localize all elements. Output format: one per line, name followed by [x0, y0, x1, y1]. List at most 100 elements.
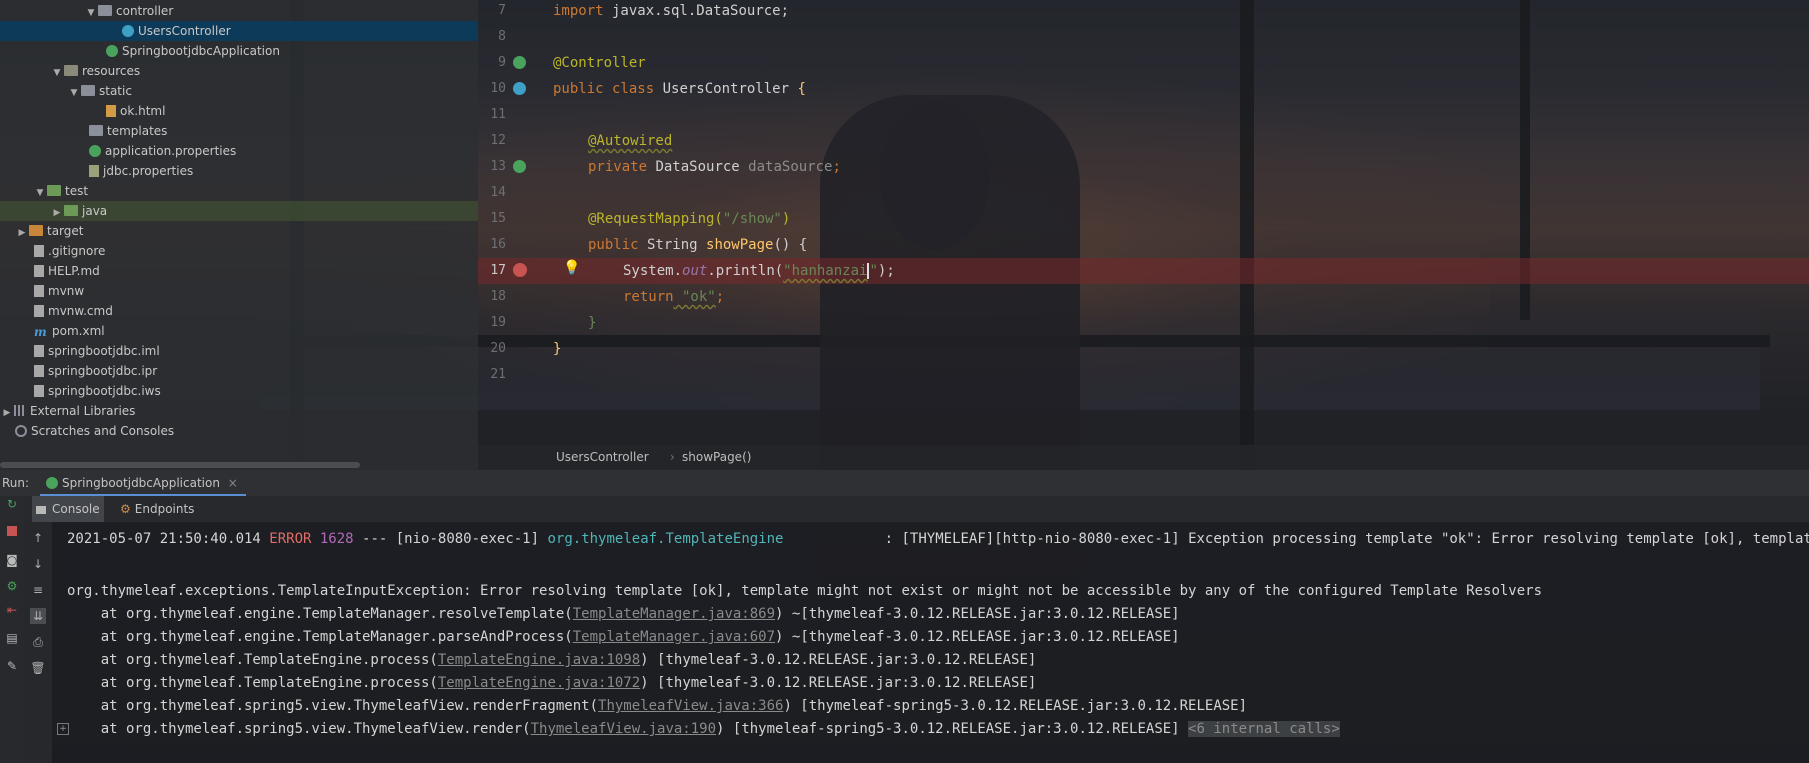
code-editor[interactable]: 7 8 9 10 11 12 13 14 15 16 17 18 19 20 2…: [478, 0, 1809, 470]
restart-icon[interactable]: ⚙: [4, 578, 20, 594]
tree-item-gitignore[interactable]: .gitignore: [34, 241, 105, 261]
resources-folder-icon: [64, 65, 78, 76]
stack-frame-link[interactable]: TemplateEngine.java:1072: [438, 675, 640, 691]
breadcrumb-class[interactable]: UsersController: [556, 445, 649, 470]
test-folder-icon: [47, 185, 61, 196]
code-line-20: }: [553, 341, 562, 357]
folder-icon: [89, 125, 103, 136]
scroll-to-end-icon[interactable]: ⇊: [30, 608, 46, 624]
tree-item-java[interactable]: ▶ java: [0, 201, 478, 221]
editor-gutter[interactable]: 7 8 9 10 11 12 13 14 15 16 17 18 19 20 2…: [478, 0, 538, 445]
excluded-folder-icon: [29, 225, 43, 236]
tree-item-help-md[interactable]: HELP.md: [34, 261, 100, 281]
tree-item-jdbc-properties[interactable]: jdbc.properties: [89, 161, 193, 181]
tree-item-mvnw-cmd[interactable]: mvnw.cmd: [34, 301, 113, 321]
tab-console[interactable]: Console: [32, 496, 104, 522]
tree-horizontal-scrollbar[interactable]: [0, 462, 360, 468]
pin-icon[interactable]: ✎: [4, 658, 20, 674]
file-icon: [34, 344, 44, 357]
arrow-up-icon[interactable]: ↑: [30, 530, 46, 546]
code-line-16: public String showPage() {: [588, 237, 808, 253]
breadcrumb-method[interactable]: showPage(): [682, 445, 751, 470]
line-number: 17: [490, 263, 506, 278]
test-source-folder-icon: [64, 205, 78, 216]
stack-frame-link[interactable]: ThymeleafView.java:366: [598, 698, 783, 714]
library-icon: [14, 405, 26, 416]
line-number: 7: [498, 3, 506, 18]
file-icon: [34, 364, 44, 377]
endpoints-icon: ⚙: [120, 502, 131, 516]
close-tab-icon[interactable]: ×: [228, 476, 238, 490]
file-icon: [34, 384, 44, 397]
breadcrumb: UsersController › showPage(): [478, 445, 1809, 470]
code-line-15: @RequestMapping("/show"): [588, 211, 791, 227]
line-number: 10: [490, 81, 506, 96]
console-toolbar: ↑ ↓ ≡ ⇊ ⎙ 🗑: [24, 522, 52, 763]
tree-item-external-libraries[interactable]: ▶ External Libraries: [0, 401, 136, 421]
internal-calls-fold[interactable]: <6 internal calls>: [1188, 721, 1340, 737]
stack-frame-link[interactable]: TemplateManager.java:607: [573, 629, 775, 645]
soft-wrap-icon[interactable]: ≡: [30, 582, 46, 598]
tab-endpoints[interactable]: ⚙ Endpoints: [116, 496, 206, 522]
print-icon[interactable]: ⎙: [30, 634, 46, 650]
stop-icon[interactable]: [4, 524, 20, 540]
line-number: 9: [498, 55, 506, 70]
run-config-tab[interactable]: SpringbootjdbcApplication ×: [40, 470, 246, 496]
spring-bean-gutter-icon[interactable]: [513, 82, 526, 95]
code-line-9: @Controller: [553, 55, 646, 71]
line-number: 11: [490, 107, 506, 122]
line-number: 21: [490, 367, 506, 382]
tree-item-pom-xml[interactable]: m pom.xml: [34, 321, 105, 341]
tree-item-iml[interactable]: springbootjdbc.iml: [34, 341, 160, 361]
run-tool-window-header: Run: SpringbootjdbcApplication ×: [0, 470, 1809, 496]
html-file-icon: [106, 104, 116, 117]
tree-item-application-properties[interactable]: application.properties: [89, 141, 236, 161]
exit-icon[interactable]: ⇤: [4, 602, 20, 618]
file-icon: [34, 244, 44, 257]
code-line-7: import javax.sql.DataSource;: [553, 3, 790, 19]
tree-item-templates[interactable]: templates: [89, 121, 167, 141]
tree-item-scratches[interactable]: Scratches and Consoles: [15, 421, 174, 441]
tree-item-target[interactable]: ▶ target: [15, 221, 84, 241]
tree-item-springboot-application[interactable]: SpringbootjdbcApplication: [106, 41, 280, 61]
tree-item-resources[interactable]: ▼ resources: [50, 61, 141, 81]
tree-item-ok-html[interactable]: ok.html: [106, 101, 165, 121]
stack-frame-link[interactable]: TemplateManager.java:869: [573, 606, 775, 622]
autowired-gutter-icon[interactable]: [513, 160, 526, 173]
arrow-down-icon[interactable]: ↓: [30, 556, 46, 572]
tree-item-controller[interactable]: ▼ controller: [84, 1, 174, 21]
code-line-12: @Autowired: [588, 133, 673, 149]
camera-icon[interactable]: ◙: [4, 552, 20, 568]
code-line-10: public class UsersController {: [553, 81, 806, 97]
tree-item-iws[interactable]: springbootjdbc.iws: [34, 381, 161, 401]
breakpoint-icon[interactable]: [513, 263, 527, 277]
stack-frame-link[interactable]: ThymeleafView.java:190: [531, 721, 716, 737]
stack-frame: at org.thymeleaf.spring5.view.ThymeleafV…: [67, 721, 1340, 737]
maven-icon: m: [34, 324, 47, 339]
folder-icon: [81, 85, 95, 96]
lightbulb-icon[interactable]: 💡: [563, 260, 580, 276]
tree-item-test[interactable]: ▼ test: [33, 181, 89, 201]
stack-frame: at org.thymeleaf.spring5.view.ThymeleafV…: [67, 698, 1248, 714]
tree-item-static[interactable]: ▼ static: [67, 81, 132, 101]
properties-file-icon: [89, 164, 99, 177]
tree-item-ipr[interactable]: springbootjdbc.ipr: [34, 361, 157, 381]
line-number: 14: [490, 185, 506, 200]
console-output[interactable]: 2021-05-07 21:50:40.014 ERROR 1628 --- […: [52, 522, 1809, 763]
run-subtabs: Console ⚙ Endpoints: [0, 496, 1809, 522]
run-tool-window: Run: SpringbootjdbcApplication × Console…: [0, 470, 1809, 763]
layout-icon[interactable]: ▤: [4, 630, 20, 646]
folder-icon: [98, 5, 112, 16]
code-line-17: System.out.println("hanhanzai ");: [623, 263, 895, 279]
scratches-icon: [15, 424, 27, 437]
rerun-icon[interactable]: ↻: [4, 496, 20, 512]
code-line-19: }: [588, 315, 597, 331]
tree-item-users-controller[interactable]: UsersController: [0, 21, 478, 41]
tree-item-mvnw[interactable]: mvnw: [34, 281, 84, 301]
run-label: Run:: [2, 476, 30, 490]
line-number: 19: [490, 315, 506, 330]
stack-frame-link[interactable]: TemplateEngine.java:1098: [438, 652, 640, 668]
spring-bean-gutter-icon[interactable]: [513, 56, 526, 69]
trash-icon[interactable]: 🗑: [30, 660, 46, 676]
file-icon: [34, 304, 44, 317]
